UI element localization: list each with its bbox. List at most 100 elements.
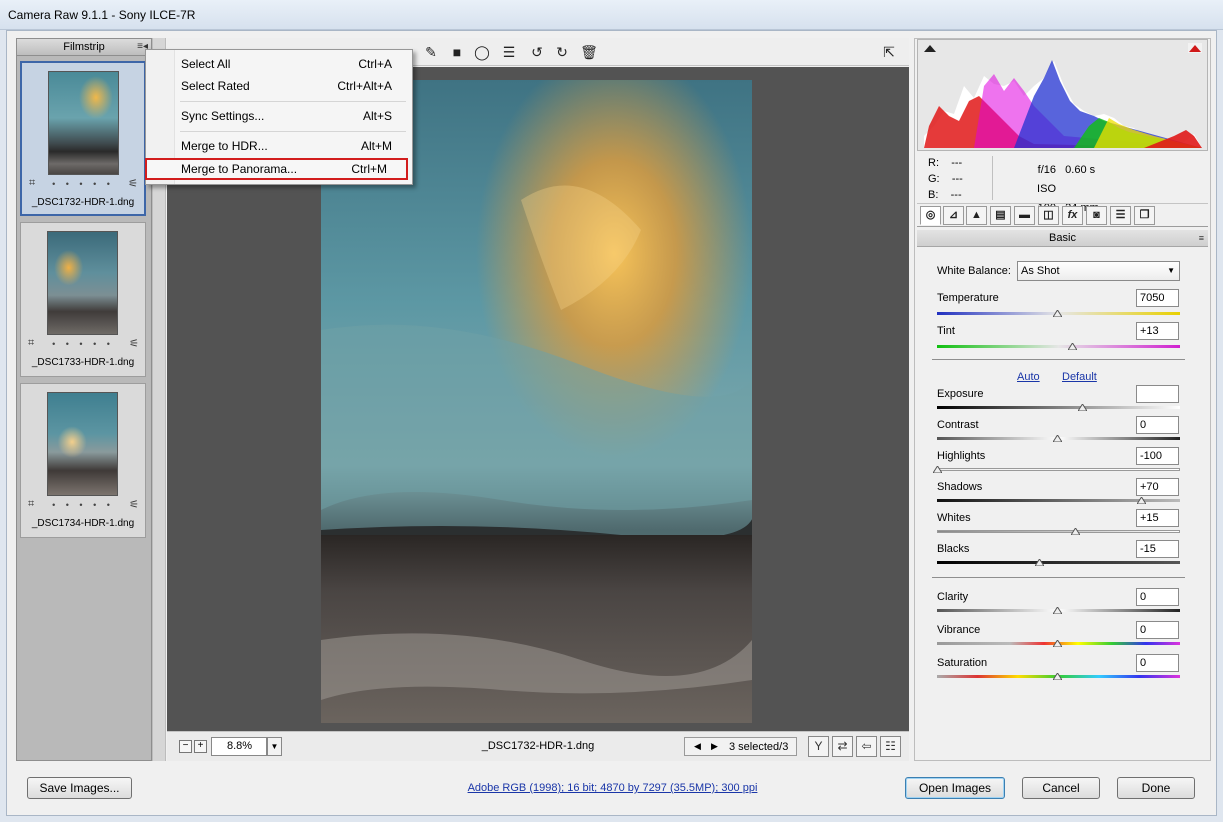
rating-stars[interactable]: • • • • •	[21, 500, 145, 510]
graduated-filter-icon[interactable]: ■	[447, 43, 467, 61]
filmstrip-item[interactable]: ⌗ • • • • • ⚟ _DSC1734-HDR-1.dng	[20, 383, 146, 538]
camera-raw-dialog: Filmstrip ≡◂ ⌗ • • • • • ⚟ _DSC1732-HDR-…	[6, 30, 1217, 816]
blacks-label: Blacks	[937, 543, 970, 555]
shadows-field[interactable]: +70	[1136, 478, 1179, 496]
panel-menu-icon[interactable]: ≡	[1199, 230, 1204, 246]
menu-item-shortcut: Alt+S	[362, 109, 392, 123]
histogram-graph	[924, 60, 1202, 148]
current-filename: _DSC1732-HDR-1.dng	[481, 740, 595, 752]
done-button[interactable]: Done	[1117, 777, 1195, 799]
exposure-field[interactable]	[1136, 385, 1179, 403]
camera-calibration-tab-icon[interactable]: ◙	[1086, 206, 1107, 225]
next-image-icon[interactable]: ▶	[711, 739, 718, 754]
fullscreen-icon[interactable]: ⇱	[879, 43, 899, 61]
temperature-field[interactable]: 7050	[1136, 289, 1179, 307]
saturation-field[interactable]: 0	[1136, 654, 1179, 672]
preferences-icon[interactable]: ☰	[499, 43, 519, 61]
info-divider	[992, 156, 993, 200]
split-toning-tab-icon[interactable]: ▬	[1014, 206, 1035, 225]
window-title: Camera Raw 9.1.1 - Sony ILCE-7R	[8, 8, 196, 22]
highlights-slider-thumb[interactable]	[933, 466, 942, 473]
contrast-field[interactable]: 0	[1136, 416, 1179, 434]
menu-item-select-all[interactable]: Select All Ctrl+A	[147, 53, 411, 75]
menu-item-shortcut: Ctrl+M	[351, 162, 387, 176]
basic-panel-header: Basic ≡	[917, 230, 1208, 247]
shadow-clipping-icon[interactable]	[923, 43, 937, 53]
exposure-slider[interactable]	[937, 406, 1180, 409]
filmstrip-title: Filmstrip	[63, 41, 105, 53]
whites-slider-thumb[interactable]	[1071, 528, 1080, 535]
cancel-button[interactable]: Cancel	[1022, 777, 1100, 799]
g-value: ---	[951, 173, 963, 185]
detail-tab-icon[interactable]: ▲	[966, 206, 987, 225]
menu-item-select-rated[interactable]: Select Rated Ctrl+Alt+A	[147, 75, 411, 97]
filmstrip-item[interactable]: ⌗ • • • • • ⚟ _DSC1733-HDR-1.dng	[20, 222, 146, 377]
menu-item-label: Merge to Panorama...	[181, 162, 298, 176]
trash-icon[interactable]: 🗑	[579, 43, 599, 61]
exposure-slider-thumb[interactable]	[1078, 404, 1087, 411]
contrast-slider-thumb[interactable]	[1053, 435, 1062, 442]
tint-slider[interactable]	[937, 345, 1180, 348]
whites-slider[interactable]	[937, 530, 1180, 533]
white-balance-label: White Balance:	[937, 265, 1011, 277]
shadows-slider-thumb[interactable]	[1137, 497, 1146, 504]
whites-field[interactable]: +15	[1136, 509, 1179, 527]
filmstrip-item[interactable]: ⌗ • • • • • ⚟ _DSC1732-HDR-1.dng	[20, 61, 146, 216]
white-balance-select[interactable]: As Shot ▼	[1017, 261, 1180, 281]
temperature-slider-thumb[interactable]	[1053, 310, 1062, 317]
tone-curve-tab-icon[interactable]: ⊿	[943, 206, 964, 225]
exposure-label: Exposure	[937, 388, 984, 400]
effects-tab-icon[interactable]: fx	[1062, 206, 1083, 225]
filter-icon[interactable]: Y	[808, 736, 829, 757]
radial-filter-icon[interactable]: ◯	[472, 43, 492, 61]
menu-item-shortcut: Ctrl+Alt+A	[337, 79, 392, 93]
tint-slider-thumb[interactable]	[1068, 343, 1077, 350]
menu-item-shortcut: Alt+M	[360, 139, 392, 153]
tint-field[interactable]: +13	[1136, 322, 1179, 340]
menu-separator	[180, 131, 406, 132]
saturation-slider-thumb[interactable]	[1053, 673, 1062, 680]
whites-label: Whites	[937, 512, 971, 524]
image-navigator: ◀ ▶ 3 selected/3	[684, 737, 797, 756]
menu-item-sync-settings[interactable]: Sync Settings... Alt+S	[147, 105, 411, 127]
hsl-tab-icon[interactable]: ▤	[990, 206, 1011, 225]
vibrance-slider-thumb[interactable]	[1053, 640, 1062, 647]
adjustment-brush-icon[interactable]: ✎	[421, 43, 441, 61]
filmstrip-panel: Filmstrip ≡◂ ⌗ • • • • • ⚟ _DSC1732-HDR-…	[16, 38, 152, 761]
menu-item-merge-to-hdr[interactable]: Merge to HDR... Alt+M	[147, 135, 411, 157]
rotate-right-icon[interactable]: ↻	[552, 43, 572, 61]
adjustments-panel: R: --- G: --- B: --- f/16 0.60 s ISO 100…	[914, 38, 1211, 761]
snapshots-tab-icon[interactable]: ❐	[1134, 206, 1155, 225]
clarity-slider-thumb[interactable]	[1053, 607, 1062, 614]
rating-stars[interactable]: • • • • •	[22, 179, 144, 189]
saturation-label: Saturation	[937, 657, 988, 669]
basic-tab-icon[interactable]: ◎	[920, 206, 941, 225]
default-link[interactable]: Default	[1062, 371, 1097, 383]
shadows-label: Shadows	[937, 481, 983, 493]
sync-icon[interactable]: ⇄	[832, 736, 853, 757]
settings-icon[interactable]: ☷	[880, 736, 901, 757]
divider	[932, 359, 1185, 360]
highlight-clipping-icon[interactable]	[1188, 43, 1202, 53]
menu-item-label: Select All	[181, 57, 231, 71]
blacks-field[interactable]: -15	[1136, 540, 1179, 558]
highlights-slider[interactable]	[937, 468, 1180, 471]
shutter-value: 0.60 s	[1065, 164, 1096, 176]
presets-tab-icon[interactable]: ☰	[1110, 206, 1131, 225]
blacks-slider-thumb[interactable]	[1035, 559, 1044, 566]
auto-link[interactable]: Auto	[1017, 371, 1040, 383]
vibrance-field[interactable]: 0	[1136, 621, 1179, 639]
g-label: G:	[928, 173, 940, 185]
previous-image-icon[interactable]: ◀	[694, 739, 701, 754]
menu-item-merge-to-panorama[interactable]: Merge to Panorama... Ctrl+M	[145, 158, 408, 180]
blacks-slider[interactable]	[937, 561, 1180, 564]
before-after-icon[interactable]: ⇦	[856, 736, 877, 757]
rotate-left-icon[interactable]: ↺	[527, 43, 547, 61]
highlights-field[interactable]: -100	[1136, 447, 1179, 465]
menu-separator	[180, 101, 406, 102]
rating-stars[interactable]: • • • • •	[21, 339, 145, 349]
lens-corrections-tab-icon[interactable]: ◫	[1038, 206, 1059, 225]
open-images-button[interactable]: Open Images	[905, 777, 1005, 799]
b-label: B:	[928, 189, 939, 201]
clarity-field[interactable]: 0	[1136, 588, 1179, 606]
